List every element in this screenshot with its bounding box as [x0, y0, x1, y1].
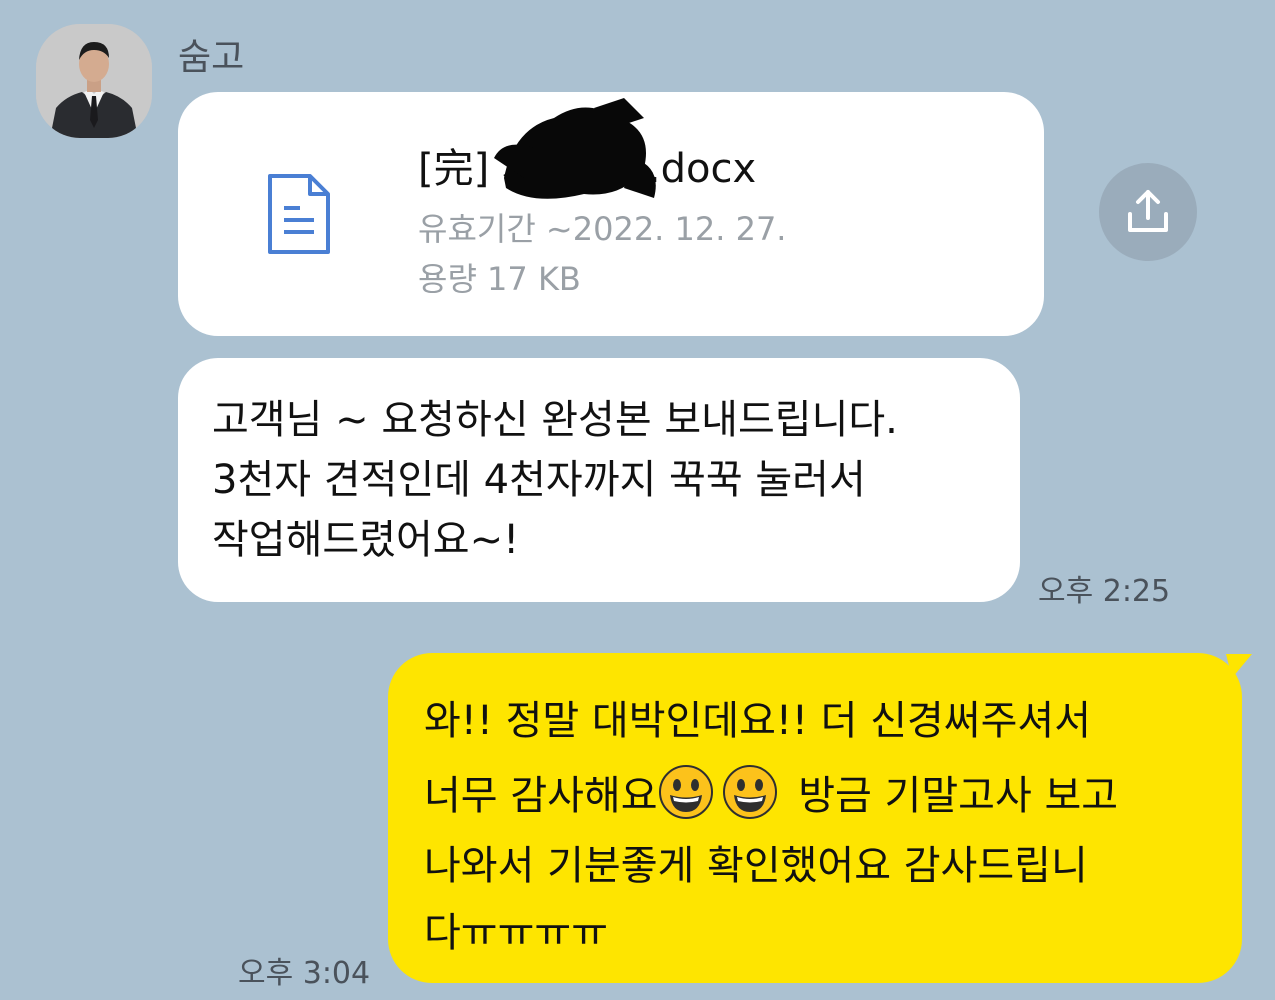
my-message-line-with-emoji: 너무 감사해요 방금 기말고사 보고	[424, 757, 1222, 827]
message-line: 3천자 견적인데 4천자까지 꾹꾹 눌러서	[212, 457, 866, 503]
share-upload-icon	[1128, 190, 1168, 232]
my-message-bubble[interactable]: 와!! 정말 대박인데요!! 더 신경써주셔서 너무 감사해요 방금 기말고사 …	[388, 653, 1242, 983]
message-line: 작업해드렸어요~!	[212, 517, 520, 563]
profile-avatar[interactable]	[36, 24, 152, 138]
my-message-line: 와!! 정말 대박인데요!! 더 신경써주셔서	[424, 698, 1091, 744]
smiling-face-emoji-icon	[658, 764, 714, 820]
message-timestamp: 오후 2:25	[1038, 574, 1171, 609]
document-icon	[266, 172, 332, 260]
message-line: 고객님 ~ 요청하신 완성본 보내드립니다.	[212, 397, 898, 443]
share-button[interactable]	[1099, 163, 1197, 261]
my-message-line: 다ㅠㅠㅠㅠ	[424, 910, 608, 956]
my-message-text: 방금 기말고사 보고	[785, 773, 1119, 819]
my-message-line: 나와서 기분좋게 확인했어요 감사드립니	[424, 843, 1088, 889]
file-expiry: 유효기간 ~2022. 12. 27.	[418, 210, 787, 248]
file-message-bubble[interactable]: [完] 사_채용).docx 유효기간 ~2022. 12. 27. 용량 17…	[178, 92, 1044, 336]
sender-name: 숨고	[178, 37, 245, 78]
chat-room: 숨고 [完] 사_채용).docx 유효기간 ~2022. 12. 27. 용량…	[0, 0, 1275, 1000]
smiling-face-emoji-icon	[722, 764, 778, 820]
file-size: 용량 17 KB	[418, 260, 581, 298]
text-message-bubble[interactable]: 고객님 ~ 요청하신 완성본 보내드립니다. 3천자 견적인데 4천자까지 꾹꾹…	[178, 358, 1020, 602]
redaction-scribble	[494, 98, 664, 208]
my-message-text: 너무 감사해요	[424, 773, 658, 819]
message-timestamp: 오후 3:04	[238, 956, 371, 991]
